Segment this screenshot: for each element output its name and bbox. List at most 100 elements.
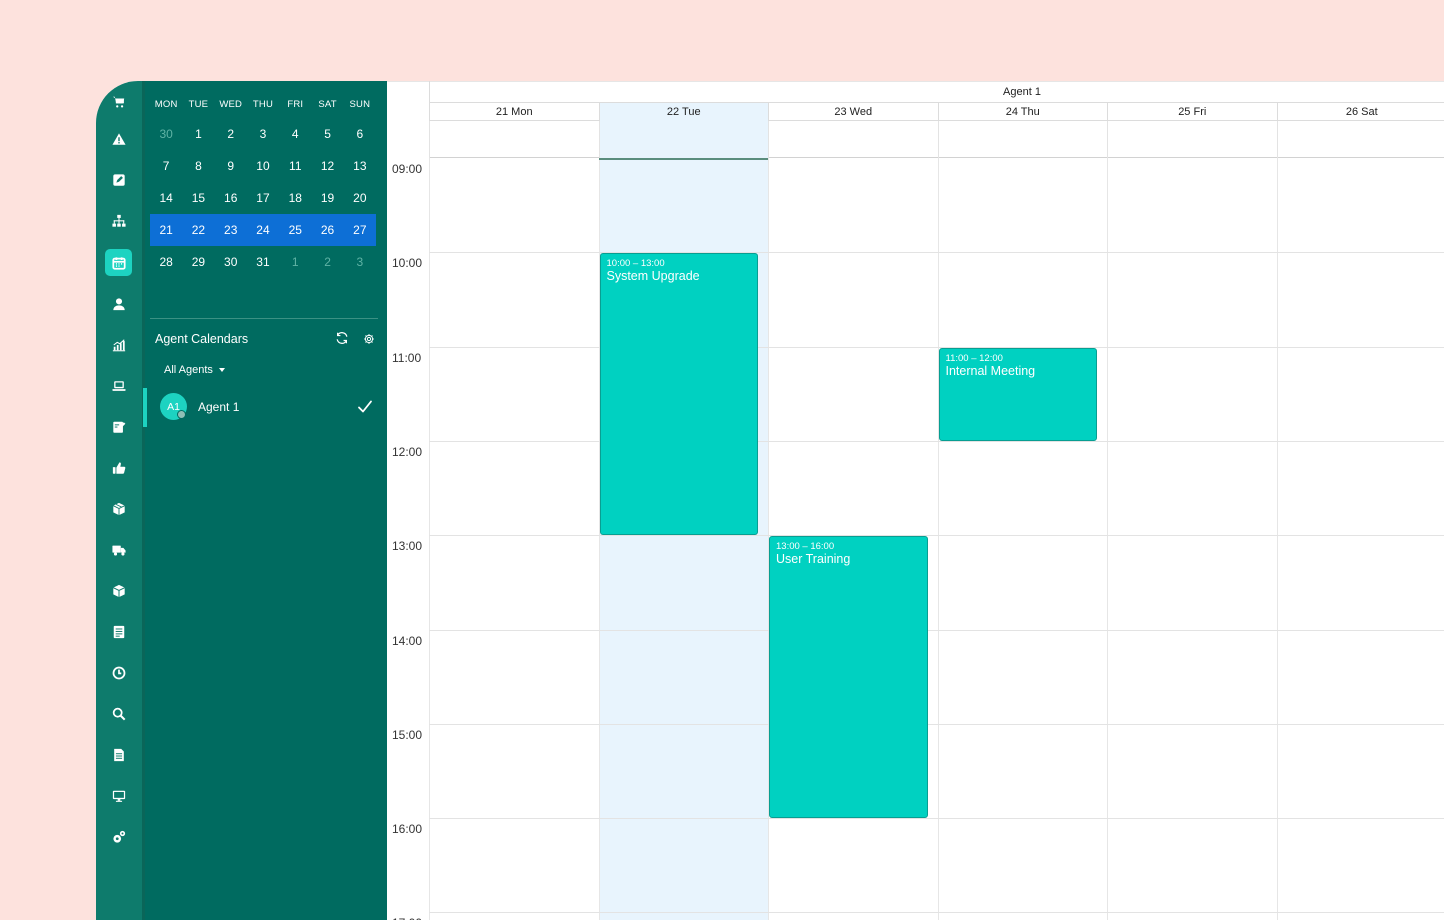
chart-nav-button[interactable] <box>105 331 132 358</box>
mini-calendar-day[interactable]: 26 <box>311 223 343 237</box>
mini-calendar-day[interactable]: 19 <box>311 191 343 205</box>
app-window: MON TUE WED THU FRI SAT SUN 30 1 2 3 4 5 6 7 8 9 10 11 12 1… <box>96 81 1444 920</box>
event-time: 10:00 – 13:00 <box>606 258 665 270</box>
mini-calendar-day[interactable]: 27 <box>344 223 376 237</box>
mini-calendar-day[interactable]: 17 <box>247 191 279 205</box>
all-day-cell[interactable] <box>937 121 1108 158</box>
agent-list-item[interactable]: A1 Agent 1 <box>143 388 387 427</box>
mini-calendar-day[interactable]: 1 <box>182 127 214 141</box>
time-label: 13:00 <box>392 539 423 554</box>
mini-calendar-day[interactable]: 8 <box>182 159 214 173</box>
mini-calendar-day[interactable]: 22 <box>182 223 214 237</box>
mini-calendar-day[interactable]: 4 <box>279 127 311 141</box>
mini-calendar-day[interactable]: 21 <box>150 223 182 237</box>
mini-calendar-week: 7 8 9 10 11 12 13 <box>150 150 376 182</box>
mini-calendar-day[interactable]: 10 <box>247 159 279 173</box>
event-block[interactable]: 11:00 – 12:00 Internal Meeting <box>938 347 1097 441</box>
day-column[interactable] <box>1276 158 1444 920</box>
day-header[interactable]: 26 Sat <box>1276 103 1444 121</box>
mini-calendar-day[interactable]: 12 <box>311 159 343 173</box>
mini-calendar-day[interactable]: 18 <box>279 191 311 205</box>
hour-line <box>429 252 1444 254</box>
mini-calendar-day[interactable]: 15 <box>182 191 214 205</box>
thumbs-up-nav-button[interactable] <box>105 454 132 481</box>
chart-icon <box>112 338 126 352</box>
mini-calendar-day[interactable]: 20 <box>344 191 376 205</box>
monitor-icon <box>112 789 126 803</box>
mini-calendar-day[interactable]: 30 <box>215 255 247 269</box>
list-nav-button[interactable] <box>105 618 132 645</box>
event-block[interactable]: 10:00 – 13:00 System Upgrade <box>599 253 758 536</box>
laptop-nav-button[interactable] <box>105 372 132 399</box>
sitemap-nav-button[interactable] <box>105 207 132 234</box>
mini-calendar-day[interactable]: 5 <box>311 127 343 141</box>
hour-line <box>429 723 1444 725</box>
settings-nav-button[interactable] <box>105 823 132 850</box>
all-day-cell[interactable] <box>598 121 768 158</box>
mini-calendar-day[interactable]: 23 <box>215 223 247 237</box>
gear-icon[interactable] <box>363 333 375 345</box>
day-header[interactable]: 21 Mon <box>429 103 599 121</box>
mini-calendar-day[interactable]: 3 <box>247 127 279 141</box>
day-column[interactable] <box>1107 158 1277 920</box>
search-nav-button[interactable] <box>105 700 132 727</box>
weekday-label: SAT <box>318 99 337 110</box>
agent-filter-dropdown[interactable]: All Agents <box>164 364 225 376</box>
mini-calendar-day[interactable]: 31 <box>247 255 279 269</box>
mini-calendar-day[interactable]: 30 <box>150 127 182 141</box>
truck-nav-button[interactable] <box>105 536 132 563</box>
day-header[interactable]: 22 Tue <box>598 103 768 121</box>
day-header[interactable]: 25 Fri <box>1107 103 1277 121</box>
cart-nav-button[interactable] <box>105 88 132 115</box>
mini-calendar-day[interactable]: 11 <box>279 159 311 173</box>
mini-calendar-day[interactable]: 9 <box>215 159 247 173</box>
event-block[interactable]: 13:00 – 16:00 User Training <box>769 536 928 819</box>
day-column[interactable] <box>429 158 599 920</box>
cube-nav-button[interactable] <box>105 577 132 604</box>
document-nav-button[interactable] <box>105 741 132 768</box>
time-label: 11:00 <box>392 350 422 365</box>
monitor-nav-button[interactable] <box>105 782 132 809</box>
event-title: User Training <box>776 552 851 567</box>
mini-calendar-day[interactable]: 2 <box>311 255 343 269</box>
mini-calendar-day[interactable]: 3 <box>344 255 376 269</box>
mini-calendar-day[interactable]: 16 <box>215 191 247 205</box>
note-nav-button[interactable] <box>105 413 132 440</box>
mini-calendar-day[interactable]: 2 <box>215 127 247 141</box>
user-nav-button[interactable] <box>105 290 132 317</box>
day-header[interactable]: 23 Wed <box>768 103 938 121</box>
weekday-label: MON <box>154 99 178 110</box>
time-label: 17:00 <box>392 916 422 920</box>
mini-calendar-day[interactable]: 29 <box>182 255 214 269</box>
day-headers: 21 Mon 22 Tue 23 Wed 24 Thu 25 Fri 26 Sat <box>429 102 1444 121</box>
refresh-icon[interactable] <box>335 331 349 345</box>
mini-calendar-day[interactable]: 6 <box>344 127 376 141</box>
calendar-nav-button[interactable] <box>105 249 132 276</box>
day-header[interactable]: 24 Thu <box>937 103 1108 121</box>
side-panel: MON TUE WED THU FRI SAT SUN 30 1 2 3 4 5 6 7 8 9 10 11 12 1… <box>143 81 387 920</box>
all-day-cell[interactable] <box>1276 121 1444 158</box>
laptop-icon <box>111 379 126 393</box>
all-day-cell[interactable] <box>1107 121 1277 158</box>
box-nav-button[interactable] <box>105 495 132 522</box>
all-day-cell[interactable] <box>768 121 938 158</box>
mini-calendar-day[interactable]: 7 <box>150 159 182 173</box>
time-label: 09:00 <box>392 162 423 176</box>
mini-calendar-day[interactable]: 14 <box>150 191 182 205</box>
time-label: 14:00 <box>392 633 423 648</box>
mini-calendar-day[interactable]: 25 <box>279 223 311 237</box>
mini-calendar-day[interactable]: 28 <box>150 255 182 269</box>
mini-calendar-day[interactable]: 24 <box>247 223 279 237</box>
day-column[interactable] <box>937 158 1108 920</box>
clock-nav-button[interactable] <box>105 659 132 686</box>
all-day-cell[interactable] <box>429 121 599 158</box>
mini-calendar-day[interactable]: 1 <box>279 255 311 269</box>
calendar-top-border <box>387 81 1444 82</box>
mini-calendar-week: 28 29 30 31 1 2 3 <box>150 246 376 278</box>
event-title: System Upgrade <box>606 269 700 284</box>
edit-nav-button[interactable] <box>105 166 132 193</box>
mini-calendar-day[interactable]: 13 <box>344 159 376 173</box>
panel-divider <box>150 318 378 319</box>
checkmark-icon[interactable] <box>357 399 373 415</box>
warning-nav-button[interactable] <box>105 125 132 152</box>
